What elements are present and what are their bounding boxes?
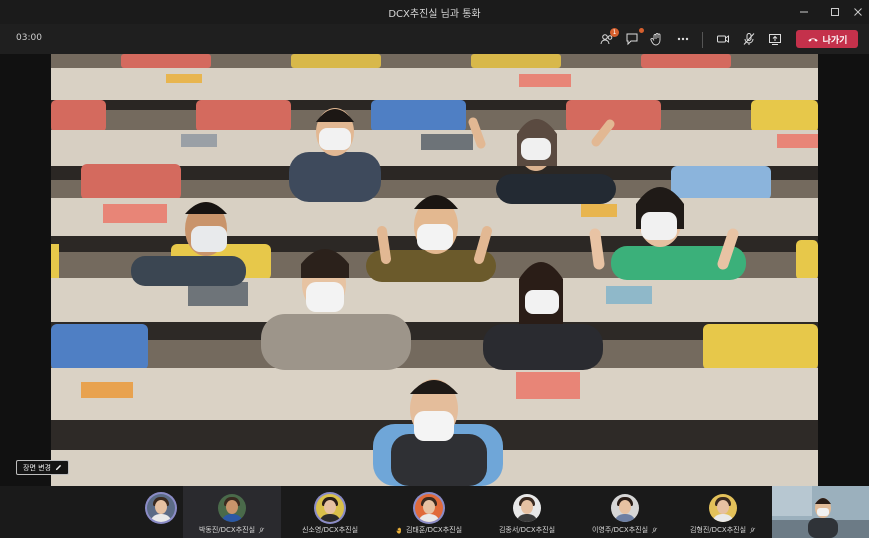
participants-badge: 1 xyxy=(610,28,619,37)
share-icon xyxy=(769,34,781,45)
participants-button[interactable]: 1 xyxy=(596,28,619,49)
participant-strip: 박동진/DCX추진실 신소영/DCX추진실 김태훈/DCX추진실 김종서/DCX… xyxy=(0,486,869,538)
participant-name: 이영주/DCX추진실 xyxy=(592,525,658,535)
leave-label: 나가기 xyxy=(822,35,848,46)
more-icon xyxy=(677,37,689,41)
maximize-icon xyxy=(831,8,839,16)
desk-row-4 xyxy=(51,278,818,340)
title-bar: DCX추진실 님과 통화 xyxy=(0,0,869,24)
raised-hand-icon xyxy=(396,527,401,534)
classroom-scene xyxy=(51,54,818,486)
meeting-stage: 장면 변경 xyxy=(0,54,869,486)
mic-off-icon xyxy=(749,527,756,533)
participant-tile[interactable]: 김태훈/DCX추진실 xyxy=(380,486,478,538)
self-view-scene xyxy=(772,486,869,538)
mic-off-icon xyxy=(258,527,265,533)
participant-name: 김종서/DCX추진실 xyxy=(498,526,556,534)
participant-tile[interactable]: 박동진/DCX추진실 xyxy=(183,486,281,538)
raise-hand-button[interactable] xyxy=(646,29,668,49)
participant-name: 김형진/DCX추진실 xyxy=(690,525,756,535)
pencil-icon xyxy=(55,464,62,471)
mic-off-icon xyxy=(651,527,658,533)
leave-button[interactable]: 나가기 xyxy=(796,30,858,48)
chat-button[interactable] xyxy=(621,28,644,49)
microphone-button[interactable] xyxy=(738,29,760,49)
avatar xyxy=(218,494,246,522)
avatar xyxy=(611,494,639,522)
avatar xyxy=(316,494,344,522)
participant-tile[interactable]: 신소영/DCX추진실 xyxy=(281,486,379,538)
participant-tile[interactable]: 김형진/DCX추진실 xyxy=(674,486,772,538)
change-scene-label: 장면 변경 xyxy=(23,463,51,472)
minimize-button[interactable] xyxy=(791,0,817,24)
change-scene-button[interactable]: 장면 변경 xyxy=(16,460,69,475)
participant-tile[interactable]: 김종서/DCX추진실 xyxy=(478,486,576,538)
meeting-toolbar: 03:00 1 나가기 xyxy=(0,24,869,54)
toolbar-divider xyxy=(702,32,703,48)
avatar xyxy=(415,494,443,522)
participant-tile[interactable]: 이영주/DCX추진실 xyxy=(576,486,674,538)
hang-up-icon xyxy=(807,38,818,42)
close-button[interactable] xyxy=(845,0,869,24)
participant-name: 신소영/DCX추진실 xyxy=(301,526,359,534)
participant-name: 박동진/DCX추진실 xyxy=(199,525,265,535)
avatar xyxy=(513,494,541,522)
share-screen-button[interactable] xyxy=(764,29,786,49)
camera-button[interactable] xyxy=(712,29,734,49)
avatar xyxy=(147,494,175,522)
window-title: DCX추진실 님과 통화 xyxy=(388,8,481,20)
together-mode-video xyxy=(51,54,818,486)
call-timer: 03:00 xyxy=(16,33,42,43)
self-view-video[interactable] xyxy=(772,486,869,538)
avatar xyxy=(709,494,737,522)
more-actions-button[interactable] xyxy=(672,29,694,49)
mic-off-icon xyxy=(743,33,755,45)
camera-icon xyxy=(717,35,729,43)
chat-icon xyxy=(626,33,638,46)
participant-name: 김태훈/DCX추진실 xyxy=(396,525,462,535)
hand-icon xyxy=(650,33,661,46)
close-icon xyxy=(854,8,862,16)
minimize-icon xyxy=(800,11,808,13)
chat-dot xyxy=(639,28,644,33)
